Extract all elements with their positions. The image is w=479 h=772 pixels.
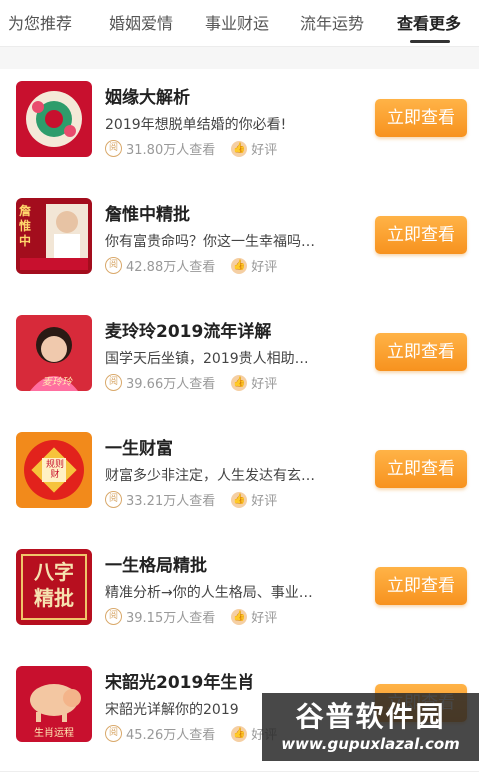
views-icon: 阅 — [105, 257, 122, 274]
item-meta: 阅 39.66万人查看 👍 好评 — [105, 373, 277, 392]
view-now-button[interactable]: 立即查看 — [375, 567, 467, 605]
views-icon: 阅 — [105, 725, 122, 742]
list-item[interactable]: 八字精批 一生格局精批 精准分析→你的人生格局、事业… 阅 39.15万人查看 … — [0, 537, 479, 655]
view-count: 45.26万人查看 — [126, 728, 216, 743]
item-meta: 阅 42.88万人查看 👍 好评 — [105, 256, 277, 275]
thumbs-up-icon: 👍 — [231, 140, 248, 157]
view-now-button[interactable]: 立即查看 — [375, 333, 467, 371]
views-icon: 阅 — [105, 374, 122, 391]
view-count: 39.66万人查看 — [126, 377, 216, 392]
views-icon: 阅 — [105, 140, 122, 157]
thumbs-up-icon: 👍 — [231, 491, 248, 508]
thumb-caption: 詹惟中 — [19, 204, 32, 248]
thumb-caption: 八字精批 — [34, 560, 74, 610]
view-now-button[interactable]: 立即查看 — [375, 450, 467, 488]
item-title: 姻缘大解析 — [105, 88, 190, 108]
watermark-title: 谷普软件园 — [295, 700, 446, 733]
active-tab-indicator — [410, 40, 450, 43]
item-thumbnail: 八字精批 — [16, 549, 92, 625]
section-divider — [0, 47, 479, 69]
view-now-button[interactable]: 立即查看 — [375, 216, 467, 254]
list-item[interactable]: 姻缘大解析 2019年想脱单结婚的你必看! 阅 31.80万人查看 👍 好评 立… — [0, 69, 479, 187]
item-description: 国学天后坐镇，2019贵人相助… — [105, 351, 309, 367]
view-count: 39.15万人查看 — [126, 611, 216, 626]
list-item[interactable]: 麦玲玲 麦玲玲2019流年详解 国学天后坐镇，2019贵人相助… 阅 39.66… — [0, 303, 479, 421]
item-meta: 阅 45.26万人查看 👍 好评 — [105, 724, 277, 743]
item-title: 麦玲玲2019流年详解 — [105, 322, 272, 342]
tab-recommend[interactable]: 为您推荐 — [8, 10, 72, 34]
item-thumbnail: 麦玲玲 — [16, 315, 92, 391]
item-description: 你有富贵命吗？你这一生幸福吗… — [105, 234, 315, 250]
tab-more[interactable]: 查看更多 — [397, 10, 461, 34]
thumb-caption: 生肖运程 — [34, 728, 74, 739]
site-watermark: 谷普软件园 www.gupuxlazal.com — [262, 693, 479, 761]
item-description: 精准分析→你的人生格局、事业… — [105, 585, 313, 601]
watermark-url: www.gupuxlazal.com — [281, 735, 460, 753]
item-meta: 阅 33.21万人查看 👍 好评 — [105, 490, 277, 509]
item-description: 财富多少非注定，人生发达有玄… — [105, 468, 315, 484]
item-title: 詹惟中精批 — [105, 205, 190, 225]
rating-label: 好评 — [251, 377, 278, 392]
item-thumbnail: 詹惟中 — [16, 198, 92, 274]
item-description: 2019年想脱单结婚的你必看! — [105, 117, 287, 133]
thumbs-up-icon: 👍 — [231, 725, 248, 742]
rating-label: 好评 — [251, 143, 278, 158]
item-meta: 阅 39.15万人查看 👍 好评 — [105, 607, 277, 626]
view-count: 42.88万人查看 — [126, 260, 216, 275]
views-icon: 阅 — [105, 608, 122, 625]
tab-love[interactable]: 婚姻爱情 — [109, 10, 173, 34]
list-item[interactable]: 詹惟中 詹惟中精批 你有富贵命吗？你这一生幸福吗… 阅 42.88万人查看 👍 … — [0, 186, 479, 304]
tab-career[interactable]: 事业财运 — [205, 10, 269, 34]
thumb-caption: 规则财 — [45, 460, 64, 480]
view-now-button[interactable]: 立即查看 — [375, 99, 467, 137]
view-count: 31.80万人查看 — [126, 143, 216, 158]
thumbs-up-icon: 👍 — [231, 608, 248, 625]
item-meta: 阅 31.80万人查看 👍 好评 — [105, 139, 277, 158]
item-thumbnail: 生肖运程 — [16, 666, 92, 742]
item-title: 一生财富 — [105, 439, 173, 459]
item-title: 宋韶光2019年生肖 — [105, 673, 255, 693]
item-title: 一生格局精批 — [105, 556, 207, 576]
view-count: 33.21万人查看 — [126, 494, 216, 509]
thumbs-up-icon: 👍 — [231, 257, 248, 274]
list-item[interactable]: 规则财 一生财富 财富多少非注定，人生发达有玄… 阅 33.21万人查看 👍 好… — [0, 420, 479, 538]
views-icon: 阅 — [105, 491, 122, 508]
rating-label: 好评 — [251, 494, 278, 509]
item-thumbnail — [16, 81, 92, 157]
item-thumbnail: 规则财 — [16, 432, 92, 508]
category-tabs: 为您推荐 婚姻爱情 事业财运 流年运势 查看更多 — [0, 0, 479, 47]
thumb-caption: 麦玲玲 — [42, 377, 72, 388]
rating-label: 好评 — [251, 260, 278, 275]
rating-label: 好评 — [251, 611, 278, 626]
thumbs-up-icon: 👍 — [231, 374, 248, 391]
tab-yearly[interactable]: 流年运势 — [300, 10, 364, 34]
